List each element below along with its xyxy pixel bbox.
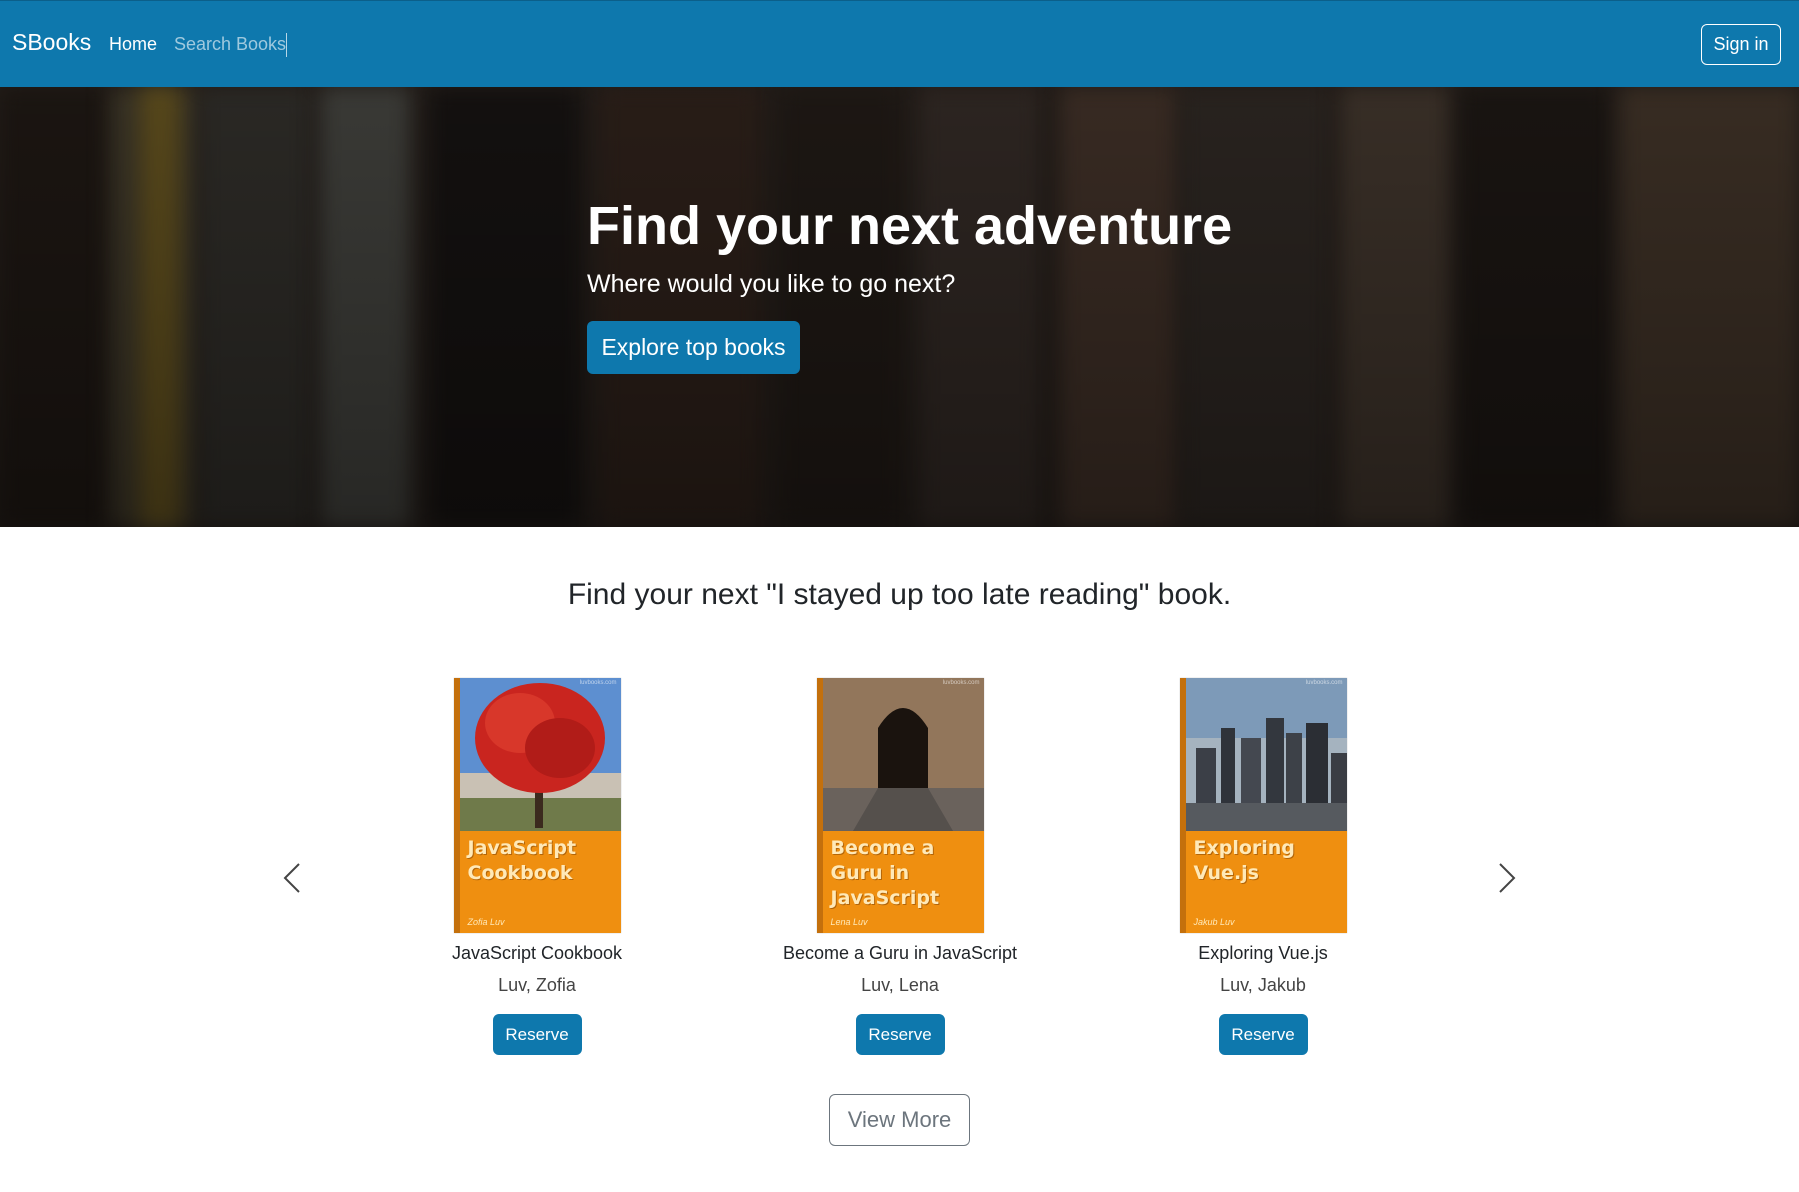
hero-overlay: [0, 87, 1799, 527]
city-skyline-photo: [1185, 678, 1347, 831]
archway-photo: [822, 678, 984, 831]
brand-logo[interactable]: SBooks: [12, 29, 91, 56]
reserve-button[interactable]: Reserve: [855, 1014, 945, 1055]
book-title[interactable]: Exploring Vue.js: [1113, 943, 1413, 967]
hero-banner: Find your next adventure Where would you…: [0, 87, 1799, 527]
book-title[interactable]: Become a Guru in JavaScript: [750, 943, 1050, 967]
nav-home-link[interactable]: Home: [109, 34, 157, 55]
chevron-left-icon[interactable]: [274, 858, 314, 898]
cover-author: Jakub Luv: [1193, 917, 1235, 927]
cover-author: Zofia Luv: [467, 917, 505, 927]
tree-photo: [459, 678, 621, 831]
cover-title: JavaScript Cookbook: [467, 837, 577, 884]
book-cover[interactable]: luvbooks.com Exploring Vue.js Jakub Luv: [1179, 678, 1347, 933]
book-author: Luv, Jakub: [1220, 975, 1306, 995]
reserve-button[interactable]: Reserve: [1218, 1014, 1308, 1055]
book-title[interactable]: JavaScript Cookbook: [387, 943, 687, 967]
cover-title: Become a Guru in JavaScript: [830, 837, 940, 909]
cover-author: Lena Luv: [830, 917, 868, 927]
view-more-button[interactable]: View More: [829, 1094, 970, 1146]
reserve-button[interactable]: Reserve: [492, 1014, 582, 1055]
top-navbar: SBooks Home Search Books Sign in: [0, 0, 1799, 87]
book-cover[interactable]: luvbooks.com Become a Guru in JavaScript…: [816, 678, 984, 933]
chevron-right-icon[interactable]: [1485, 858, 1525, 898]
nav-divider: [286, 33, 287, 57]
section-heading: Find your next "I stayed up too late rea…: [567, 578, 1232, 611]
book-card: luvbooks.com Exploring Vue.js Jakub Luv …: [1113, 678, 1413, 1055]
book-author: Luv, Lena: [861, 975, 939, 995]
book-cover[interactable]: luvbooks.com JavaScript Cookbook Zofia L…: [453, 678, 621, 933]
hero-subtitle: Where would you like to go next?: [587, 270, 956, 298]
explore-top-books-button[interactable]: Explore top books: [587, 321, 800, 374]
sign-in-button[interactable]: Sign in: [1701, 24, 1781, 65]
hero-title: Find your next adventure: [587, 196, 1233, 256]
nav-search-books-link[interactable]: Search Books: [174, 34, 286, 55]
book-author: Luv, Zofia: [498, 975, 576, 995]
cover-title: Exploring Vue.js: [1193, 837, 1295, 884]
book-card: luvbooks.com Become a Guru in JavaScript…: [750, 678, 1050, 1055]
book-card: luvbooks.com JavaScript Cookbook Zofia L…: [387, 678, 687, 1055]
